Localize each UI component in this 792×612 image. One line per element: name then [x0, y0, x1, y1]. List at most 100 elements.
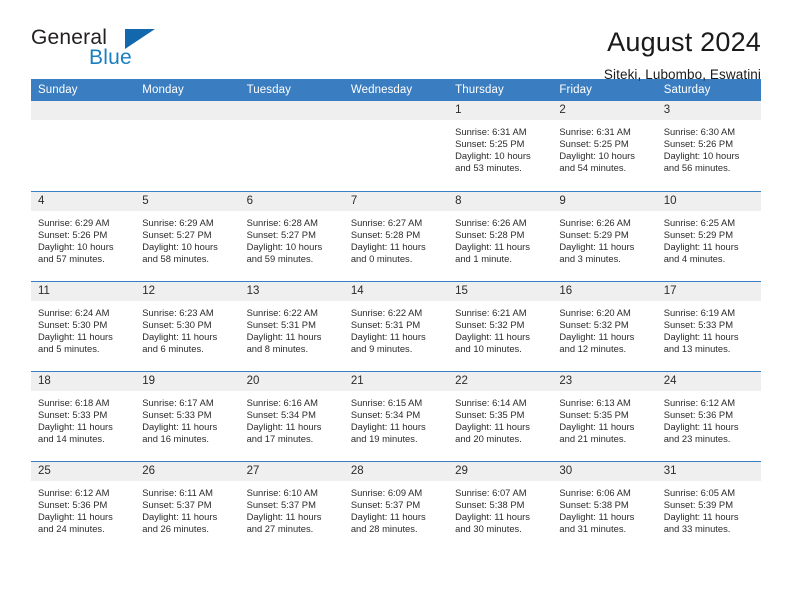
- sunset-text: Sunset: 5:35 PM: [559, 408, 629, 420]
- daylight-text-line1: Daylight: 11 hours: [663, 420, 739, 432]
- daylight-text-line2: and 26 minutes.: [142, 522, 209, 534]
- daylight-text-line2: and 23 minutes.: [663, 432, 731, 444]
- daylight-text-line1: Daylight: 11 hours: [350, 330, 426, 342]
- calendar-day-cell[interactable]: 3 Sunrise: 6:30 AM Sunset: 5:26 PM Daylight…: [656, 101, 761, 191]
- calendar-day-cell[interactable]: 23 Sunrise: 6:13 AM Sunset: 5:35 PM Dayligh…: [552, 370, 657, 461]
- day-cell-inner: 27 Sunrise: 6:10 AM Sunset: 5:37 PM Dayligh…: [239, 461, 344, 552]
- daylight-text-line2: and 9 minutes.: [350, 342, 413, 354]
- calendar-day-cell[interactable]: 15 Sunrise: 6:21 AM Sunset: 5:32 PM Dayligh…: [448, 280, 553, 371]
- day-number: [343, 101, 449, 120]
- day-number: 23: [552, 371, 657, 391]
- calendar-day-cell[interactable]: 22 Sunrise: 6:14 AM Sunset: 5:35 PM Dayligh…: [448, 370, 553, 461]
- day-details: Sunrise: 6:14 AM Sunset: 5:35 PM Daylight:…: [448, 391, 552, 445]
- day-details: Sunrise: 6:13 AM Sunset: 5:35 PM Daylight:…: [552, 391, 656, 445]
- day-cell-inner: 28 Sunrise: 6:09 AM Sunset: 5:37 PM Dayligh…: [343, 461, 449, 552]
- day-cell-inner: [239, 101, 344, 191]
- calendar-day-cell[interactable]: 11 Sunrise: 6:24 AM Sunset: 5:30 PM Dayligh…: [31, 280, 136, 371]
- page-title: August 2024: [607, 27, 761, 57]
- page-header: General Blue August 2024 Siteki, Lubombo…: [31, 0, 761, 82]
- day-details: Sunrise: 6:07 AM Sunset: 5:38 PM Daylight:…: [448, 481, 552, 535]
- day-number: 20: [239, 371, 344, 391]
- sunset-text: Sunset: 5:26 PM: [38, 228, 108, 240]
- sunrise-text: Sunrise: 6:16 AM: [246, 396, 318, 408]
- daylight-text-line2: and 16 minutes.: [142, 432, 209, 444]
- calendar-day-cell[interactable]: 20 Sunrise: 6:16 AM Sunset: 5:34 PM Dayligh…: [239, 370, 344, 461]
- calendar-day-cell[interactable]: 6 Sunrise: 6:28 AM Sunset: 5:27 PM Daylight…: [239, 190, 344, 281]
- sunset-text: Sunset: 5:35 PM: [455, 408, 525, 420]
- calendar-day-cell[interactable]: 30 Sunrise: 6:06 AM Sunset: 5:38 PM Dayligh…: [552, 460, 657, 552]
- logo-text-blue: Blue: [89, 46, 132, 69]
- day-number: 29: [448, 461, 553, 481]
- day-cell-inner: 1 Sunrise: 6:31 AM Sunset: 5:25 PM Daylight…: [448, 101, 553, 191]
- calendar-day-cell[interactable]: 7 Sunrise: 6:27 AM Sunset: 5:28 PM Daylight…: [343, 190, 449, 281]
- day-details: Sunrise: 6:22 AM Sunset: 5:31 PM Daylight:…: [344, 301, 448, 355]
- sunrise-text: Sunrise: 6:17 AM: [142, 396, 214, 408]
- calendar-day-cell[interactable]: 1 Sunrise: 6:31 AM Sunset: 5:25 PM Daylight…: [448, 101, 553, 191]
- calendar-day-cell[interactable]: 29 Sunrise: 6:07 AM Sunset: 5:38 PM Dayligh…: [448, 460, 553, 552]
- day-details: Sunrise: 6:10 AM Sunset: 5:37 PM Daylight:…: [240, 481, 344, 535]
- daylight-text-line2: and 19 minutes.: [350, 432, 418, 444]
- weekday-header-tuesday: Tuesday: [239, 79, 344, 101]
- day-details: Sunrise: 6:31 AM Sunset: 5:25 PM Daylight:…: [448, 120, 552, 174]
- calendar-day-cell[interactable]: 4 Sunrise: 6:29 AM Sunset: 5:26 PM Daylight…: [31, 190, 136, 281]
- daylight-text-line2: and 1 minute.: [455, 252, 512, 264]
- calendar-day-cell[interactable]: 19 Sunrise: 6:17 AM Sunset: 5:33 PM Dayligh…: [135, 370, 240, 461]
- calendar-day-cell[interactable]: 21 Sunrise: 6:15 AM Sunset: 5:34 PM Dayligh…: [343, 370, 449, 461]
- daylight-text-line2: and 59 minutes.: [246, 252, 314, 264]
- day-number: 7: [343, 191, 449, 211]
- calendar-day-cell[interactable]: 2 Sunrise: 6:31 AM Sunset: 5:25 PM Daylight…: [552, 101, 657, 191]
- day-number: 3: [656, 101, 761, 120]
- day-cell-inner: 19 Sunrise: 6:17 AM Sunset: 5:33 PM Dayligh…: [135, 371, 240, 461]
- calendar-day-cell[interactable]: 26 Sunrise: 6:11 AM Sunset: 5:37 PM Dayligh…: [135, 460, 240, 551]
- calendar-week-row: 11 Sunrise: 6:24 AM Sunset: 5:30 PM Dayligh…: [31, 280, 761, 371]
- day-cell-inner: 29 Sunrise: 6:07 AM Sunset: 5:38 PM Dayligh…: [448, 461, 553, 552]
- sunset-text: Sunset: 5:33 PM: [38, 408, 108, 420]
- calendar-day-cell[interactable]: 17 Sunrise: 6:19 AM Sunset: 5:33 PM Dayligh…: [656, 280, 761, 371]
- day-details: Sunrise: 6:24 AM Sunset: 5:30 PM Daylight:…: [31, 301, 135, 355]
- daylight-text-line1: Daylight: 11 hours: [142, 510, 218, 522]
- daylight-text-line2: and 20 minutes.: [455, 432, 522, 444]
- day-cell-inner: 24 Sunrise: 6:12 AM Sunset: 5:36 PM Dayligh…: [656, 371, 761, 461]
- daylight-text-line2: and 57 minutes.: [38, 252, 105, 264]
- calendar-day-cell[interactable]: 10 Sunrise: 6:25 AM Sunset: 5:29 PM Dayligh…: [656, 190, 761, 281]
- calendar-day-cell[interactable]: 31 Sunrise: 6:05 AM Sunset: 5:39 PM Dayligh…: [656, 460, 761, 551]
- calendar-day-cell[interactable]: 28 Sunrise: 6:09 AM Sunset: 5:37 PM Dayligh…: [343, 460, 449, 552]
- calendar-day-cell[interactable]: 27 Sunrise: 6:10 AM Sunset: 5:37 PM Dayligh…: [239, 460, 344, 552]
- sunset-text: Sunset: 5:37 PM: [142, 498, 212, 510]
- calendar-day-cell[interactable]: 5 Sunrise: 6:29 AM Sunset: 5:27 PM Daylight…: [135, 190, 240, 281]
- daylight-text-line2: and 5 minutes.: [38, 342, 100, 354]
- sunrise-text: Sunrise: 6:06 AM: [559, 486, 631, 498]
- sunset-text: Sunset: 5:27 PM: [142, 228, 212, 240]
- daylight-text-line1: Daylight: 11 hours: [455, 240, 530, 252]
- calendar-day-cell[interactable]: 16 Sunrise: 6:20 AM Sunset: 5:32 PM Dayligh…: [552, 280, 657, 371]
- day-cell-inner: 7 Sunrise: 6:27 AM Sunset: 5:28 PM Daylight…: [343, 191, 449, 281]
- day-details: Sunrise: 6:15 AM Sunset: 5:34 PM Daylight:…: [344, 391, 448, 445]
- calendar-day-cell[interactable]: 13 Sunrise: 6:22 AM Sunset: 5:31 PM Dayligh…: [239, 280, 344, 371]
- title-block: August 2024 Siteki, Lubombo, Eswatini: [604, 26, 761, 84]
- sunrise-text: Sunrise: 6:23 AM: [142, 306, 214, 318]
- calendar-day-cell[interactable]: 14 Sunrise: 6:22 AM Sunset: 5:31 PM Dayligh…: [343, 280, 449, 371]
- sunrise-text: Sunrise: 6:30 AM: [663, 126, 736, 137]
- day-cell-inner: 6 Sunrise: 6:28 AM Sunset: 5:27 PM Daylight…: [239, 191, 344, 281]
- weekday-header-sunday: Sunday: [31, 79, 136, 101]
- calendar-day-cell[interactable]: 24 Sunrise: 6:12 AM Sunset: 5:36 PM Dayligh…: [656, 370, 761, 461]
- calendar-day-cell[interactable]: 25 Sunrise: 6:12 AM Sunset: 5:36 PM Dayligh…: [31, 460, 136, 551]
- day-number: 10: [656, 191, 761, 211]
- daylight-text-line1: Daylight: 10 hours: [663, 150, 740, 162]
- day-details: Sunrise: 6:26 AM Sunset: 5:28 PM Daylight:…: [448, 211, 552, 265]
- daylight-text-line2: and 17 minutes.: [246, 432, 314, 444]
- daylight-text-line1: Daylight: 11 hours: [142, 330, 218, 342]
- calendar-day-cell[interactable]: 8 Sunrise: 6:26 AM Sunset: 5:28 PM Daylight…: [448, 190, 553, 281]
- sunrise-text: Sunrise: 6:20 AM: [559, 306, 631, 318]
- day-details: Sunrise: 6:20 AM Sunset: 5:32 PM Daylight:…: [552, 301, 656, 355]
- day-number: 13: [239, 281, 344, 301]
- sunset-text: Sunset: 5:33 PM: [663, 318, 733, 330]
- calendar-day-cell[interactable]: 12 Sunrise: 6:23 AM Sunset: 5:30 PM Dayligh…: [135, 280, 240, 371]
- sunset-text: Sunset: 5:30 PM: [38, 318, 108, 330]
- day-details: Sunrise: 6:26 AM Sunset: 5:29 PM Daylight:…: [552, 211, 656, 265]
- calendar-day-cell[interactable]: 18 Sunrise: 6:18 AM Sunset: 5:33 PM Dayligh…: [31, 370, 136, 461]
- sunset-text: Sunset: 5:26 PM: [663, 138, 733, 150]
- day-cell-inner: 30 Sunrise: 6:06 AM Sunset: 5:38 PM Dayligh…: [552, 461, 657, 552]
- day-number: 14: [343, 281, 449, 301]
- calendar-day-cell[interactable]: 9 Sunrise: 6:26 AM Sunset: 5:29 PM Daylight…: [552, 190, 657, 281]
